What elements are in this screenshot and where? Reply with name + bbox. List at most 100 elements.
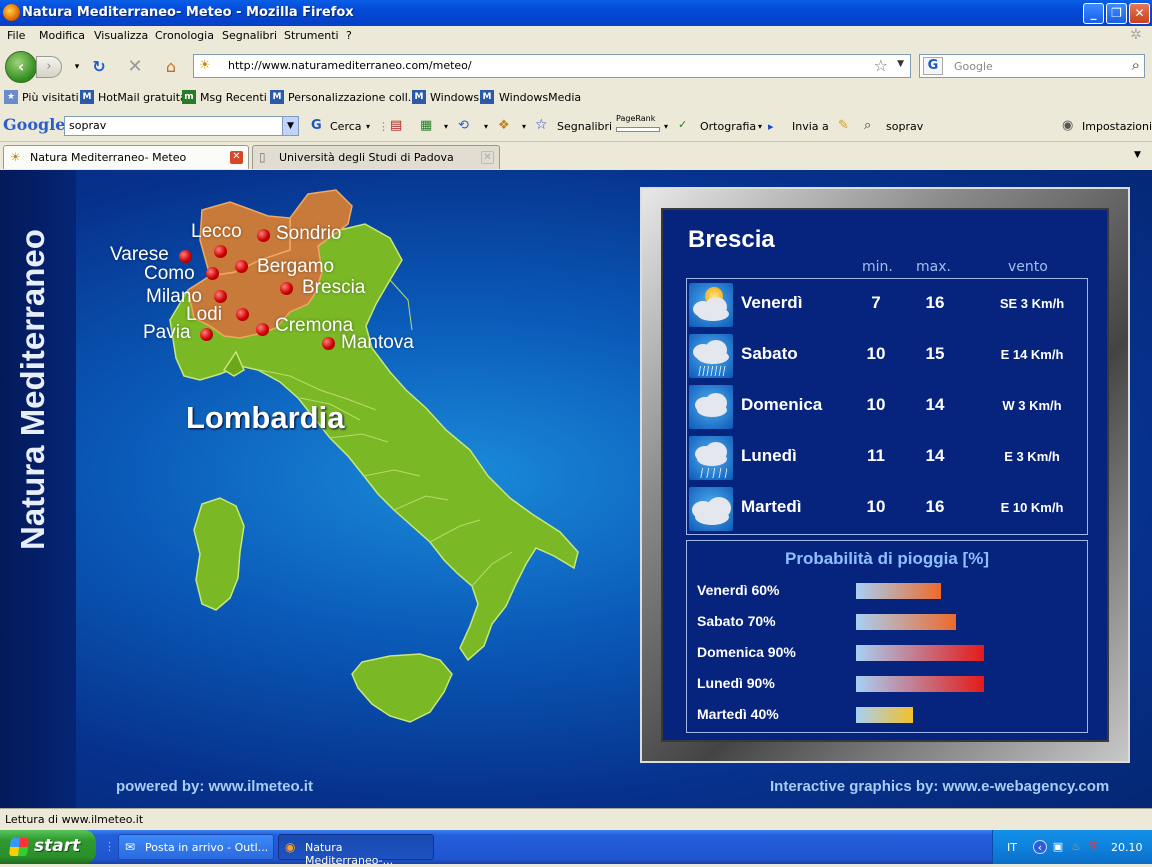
tray-expand-icon[interactable]: ‹ xyxy=(1033,840,1047,854)
menu-visualizza[interactable]: Visualizza xyxy=(94,29,148,42)
graphics-credit-link[interactable]: Interactive graphics by: www.e-webagency… xyxy=(770,778,1109,795)
highlight-icon[interactable]: ✎ xyxy=(838,118,849,133)
send-icon[interactable]: ▸ xyxy=(768,120,774,133)
menu-file[interactable]: File xyxy=(7,29,25,42)
address-dropdown-icon[interactable]: ▼ xyxy=(897,59,904,69)
address-bar[interactable]: ☀ http://www.naturamediterraneo.com/mete… xyxy=(193,54,911,78)
google-g-icon[interactable]: G xyxy=(311,118,322,133)
flame-icon[interactable]: ♨ xyxy=(1069,840,1083,854)
search-icon[interactable]: ⌕ xyxy=(1132,56,1140,74)
stop-icon[interactable]: ✕ xyxy=(124,56,146,78)
city-label-brescia[interactable]: Brescia xyxy=(302,277,365,299)
tab-natura-meteo[interactable]: ☀ Natura Mediterraneo- Meteo ✕ xyxy=(3,145,249,169)
close-tab-icon[interactable]: ✕ xyxy=(481,151,494,164)
maximize-button[interactable]: ❐ xyxy=(1106,3,1127,24)
spellcheck-icon[interactable]: ✓ xyxy=(678,118,687,131)
google-toolbar-input[interactable]: soprav ▼ xyxy=(64,116,299,136)
google-query-dropdown-icon[interactable]: ▼ xyxy=(282,117,298,135)
menu-modifica[interactable]: Modifica xyxy=(39,29,85,42)
menu-cronologia[interactable]: Cronologia xyxy=(155,29,214,42)
taskbar-item-outlook[interactable]: ✉ Posta in arrivo - Outl... xyxy=(118,834,274,860)
language-indicator[interactable]: IT xyxy=(1007,841,1017,854)
city-marker[interactable] xyxy=(236,308,249,321)
window-title: Natura Mediterraneo- Meteo - Mozilla Fir… xyxy=(22,5,354,20)
city-marker[interactable] xyxy=(200,328,213,341)
tab-universita-padova[interactable]: ▯ Università degli Studi di Padova ✕ xyxy=(252,145,500,169)
bookmark-windows[interactable]: Windows xyxy=(430,91,479,104)
translate-dropdown-icon[interactable]: ▾ xyxy=(484,122,488,131)
address-url[interactable]: http://www.naturamediterraneo.com/meteo/ xyxy=(228,59,472,72)
msn-dropdown-icon[interactable]: ▾ xyxy=(444,122,448,131)
find-icon[interactable]: ⌕ xyxy=(864,118,871,133)
city-label-lodi[interactable]: Lodi xyxy=(186,304,222,326)
search-input[interactable]: Google xyxy=(954,60,993,73)
tab-favicon-icon: ☀ xyxy=(10,150,21,164)
home-icon[interactable]: ⌂ xyxy=(160,56,182,78)
tab-list-dropdown-icon[interactable]: ▼ xyxy=(1134,150,1141,160)
bookmark-personalizzazione[interactable]: Personalizzazione coll... xyxy=(288,91,418,104)
menu-segnalibri[interactable]: Segnalibri xyxy=(222,29,277,42)
city-marker[interactable] xyxy=(235,260,248,273)
taskbar-item-firefox[interactable]: ◉ Natura Mediterraneo-... xyxy=(278,834,434,867)
bookmark-msg-recenti[interactable]: Msg Recenti xyxy=(200,91,267,104)
italy-map[interactable] xyxy=(140,180,600,740)
antivirus-shield-icon[interactable]: ⛨ xyxy=(1087,840,1101,854)
city-label-sondrio[interactable]: Sondrio xyxy=(276,223,342,245)
search-box[interactable]: G Google ⌕ xyxy=(919,54,1145,78)
bookmark-piu-visitati[interactable]: Più visitati xyxy=(22,91,79,104)
pagerank-dropdown-icon[interactable]: ▾ xyxy=(664,122,668,131)
site-sidebar: Natura Mediterraneo xyxy=(0,170,76,808)
menu-help[interactable]: ? xyxy=(346,29,352,42)
google-query[interactable]: soprav xyxy=(69,119,106,132)
city-label-como[interactable]: Como xyxy=(144,263,195,285)
news-icon[interactable]: ▤ xyxy=(390,118,402,133)
bookmark-windowsmedia[interactable]: WindowsMedia xyxy=(499,91,581,104)
city-marker[interactable] xyxy=(257,229,270,242)
network-icon[interactable]: ▣ xyxy=(1051,840,1065,854)
bookmark-star-icon[interactable]: ☆ xyxy=(874,56,888,75)
forward-button[interactable]: › xyxy=(36,56,62,78)
ortografia-dropdown-icon[interactable]: ▾ xyxy=(758,122,762,131)
city-marker[interactable] xyxy=(179,250,192,263)
google-segnalibri-button[interactable]: Segnalibri xyxy=(557,120,612,133)
search-engine-icon[interactable]: G xyxy=(923,57,943,75)
cerca-dropdown-icon[interactable]: ▾ xyxy=(366,122,370,131)
close-tab-icon[interactable]: ✕ xyxy=(230,151,243,164)
google-cerca-button[interactable]: Cerca xyxy=(330,120,362,133)
popup-dropdown-icon[interactable]: ▾ xyxy=(522,122,526,131)
city-marker[interactable] xyxy=(280,282,293,295)
google-ortografia-button[interactable]: Ortografia xyxy=(700,120,756,133)
menu-strumenti[interactable]: Strumenti xyxy=(284,29,339,42)
bookmark-star-icon[interactable]: ☆ xyxy=(535,117,548,133)
city-label-mantova[interactable]: Mantova xyxy=(341,332,414,354)
close-window-button[interactable]: ✕ xyxy=(1129,3,1150,24)
city-label-bergamo[interactable]: Bergamo xyxy=(257,256,334,278)
powered-by-link[interactable]: powered by: www.ilmeteo.it xyxy=(116,778,313,795)
city-marker[interactable] xyxy=(206,267,219,280)
city-marker[interactable] xyxy=(214,290,227,303)
minimize-button[interactable]: _ xyxy=(1083,3,1104,24)
city-label-lecco[interactable]: Lecco xyxy=(191,221,242,243)
pagerank-label: PageRank xyxy=(616,114,656,123)
tab-label: Natura Mediterraneo- Meteo xyxy=(30,151,187,164)
msn-toolbar-icon[interactable]: ▦ xyxy=(420,118,432,133)
google-logo: Google xyxy=(3,115,66,134)
settings-icon[interactable]: ◉ xyxy=(1062,118,1073,133)
bookmark-hotmail[interactable]: HotMail gratuita xyxy=(98,91,187,104)
start-label: start xyxy=(34,836,81,856)
history-dropdown-icon[interactable]: ▾ xyxy=(66,56,88,78)
status-text: Lettura di www.ilmeteo.it xyxy=(5,813,144,826)
translate-icon[interactable]: ⟲ xyxy=(458,118,469,133)
city-label-pavia[interactable]: Pavia xyxy=(143,322,191,344)
google-impostazioni-button[interactable]: Impostazioni xyxy=(1082,120,1152,133)
city-marker[interactable] xyxy=(322,337,335,350)
google-invia-button[interactable]: Invia a xyxy=(792,120,829,133)
reload-icon[interactable]: ↻ xyxy=(88,56,110,78)
start-button[interactable]: start xyxy=(0,830,96,864)
city-marker[interactable] xyxy=(214,245,227,258)
popup-blocker-icon[interactable]: ❖ xyxy=(498,118,510,133)
back-button[interactable]: ‹ xyxy=(5,51,37,83)
google-soprav-button[interactable]: soprav xyxy=(886,120,923,133)
city-marker[interactable] xyxy=(256,323,269,336)
pagerank-bar xyxy=(616,127,660,132)
